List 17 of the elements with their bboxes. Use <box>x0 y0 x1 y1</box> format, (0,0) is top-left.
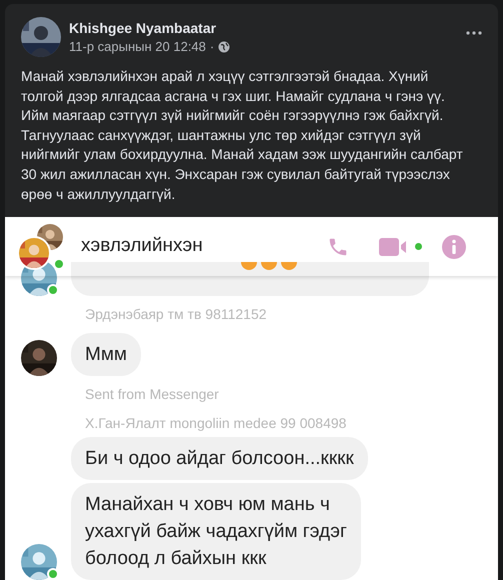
post-text: Манай хэвлэлийнхэн арай л хэцүү сэтгэлгээтэй бнадаа. Хүний толгой дээр ялгадсаа асгана ч гэх шиг. Намайг судлана ч гэнэ үү. Ийм маягаар сэтгүүл зүй нийгмийг соён гэгээрүүлнэ гэж байхгүй. Тагнуулаас санхүүждэг, шантажны улс төр хийдэг сэтгүүл зүй нийгмийг улам бохирдуулна. Манай хадам ээж шуудангийн салбарт 30 жил ажилласан хүн. Энхсаран гэж сувилал байтугай түрээслэх өрөө ч ажиллуулдаггүй. <box>20 67 464 204</box>
globe-icon <box>218 40 230 53</box>
separator: · <box>210 38 214 56</box>
info-icon[interactable] <box>442 234 466 259</box>
author-name[interactable]: Khishgee Nyambaatar <box>69 19 230 37</box>
more-icon[interactable] <box>466 31 482 35</box>
emoji-icon <box>241 262 257 270</box>
message-bubble: Ммм <box>71 333 141 376</box>
emoji-icon <box>261 262 277 270</box>
message-bubble: Манайхан ч ховч юм мань ч ухахгүй байж чадахгүйм гэдэг болоод л байхын ккк <box>71 483 361 580</box>
emoji-icon <box>281 262 297 270</box>
message-caption: Sent from Messenger <box>85 385 220 404</box>
message-caption: Х.Ган-Ялалт mongoliin medee 99 008498 <box>85 414 348 433</box>
message-caption: Эрдэнэбаяр тм тв 98112152 <box>85 305 268 324</box>
message-bubble: Би ч одоо айдаг болсоон...кккк <box>71 437 368 480</box>
post-time[interactable]: 11-р сарынын 20 12:48 <box>69 37 206 56</box>
chat-title: хэвлэлийнхэн <box>81 234 203 258</box>
